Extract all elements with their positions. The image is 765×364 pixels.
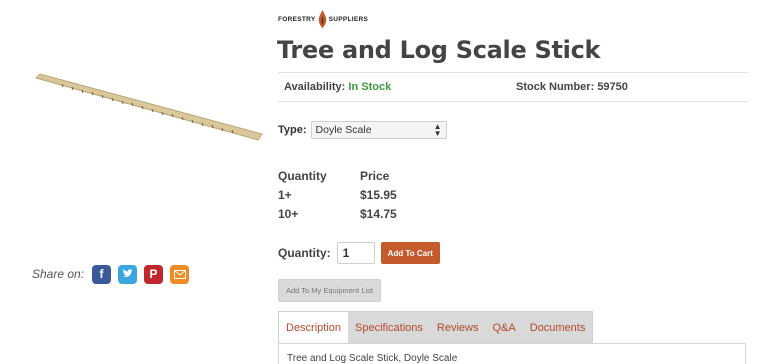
price-row: 1+ $15.95	[278, 185, 397, 204]
type-selector: Type: Doyle Scale ▲ ▼	[278, 121, 447, 139]
stock-number-value: 59750	[597, 81, 628, 93]
price-row: 10+ $14.75	[278, 204, 397, 223]
type-label: Type:	[278, 124, 307, 136]
availability-value: In Stock	[348, 81, 392, 93]
email-icon[interactable]	[170, 264, 190, 284]
price-row-qty: 1+	[278, 187, 292, 202]
pinterest-icon[interactable]: P	[144, 264, 164, 284]
tab-documents[interactable]: Documents	[523, 312, 593, 344]
price-row-qty: 10+	[278, 206, 299, 221]
price-table-header: Quantity Price	[278, 166, 397, 185]
tab-content: Tree and Log Scale Stick, Doyle Scale	[278, 343, 746, 364]
tab-description[interactable]: Description	[279, 312, 349, 344]
quantity-header: Quantity	[278, 168, 327, 183]
logo-text-right: SUPPLIERS	[328, 15, 369, 23]
quantity-label: Quantity:	[278, 246, 331, 260]
tab-reviews[interactable]: Reviews	[430, 312, 486, 344]
share-label: Share on:	[32, 267, 85, 281]
product-image[interactable]	[32, 72, 264, 152]
stock-number: Stock Number: 59750	[516, 81, 628, 93]
availability-label: Availability:	[284, 81, 346, 93]
tab-qa[interactable]: Q&A	[485, 312, 522, 344]
stock-number-label: Stock Number:	[516, 81, 595, 93]
flame-icon	[318, 10, 326, 28]
tab-specifications[interactable]: Specifications	[348, 312, 430, 344]
logo-text-left: FORESTRY	[278, 15, 316, 23]
add-to-equipment-list-button[interactable]: Add To My Equipment List	[278, 279, 381, 302]
price-row-price: $14.75	[360, 206, 397, 221]
product-title: Tree and Log Scale Stick	[277, 36, 601, 64]
select-arrows-icon: ▲ ▼	[433, 122, 442, 138]
add-to-cart-button[interactable]: Add To Cart	[380, 242, 440, 264]
type-select[interactable]: Doyle Scale ▲ ▼	[310, 121, 447, 139]
product-tabs: Description Specifications Reviews Q&A D…	[278, 311, 594, 344]
price-row-price: $15.95	[360, 187, 397, 202]
facebook-icon[interactable]: f	[92, 264, 112, 284]
brand-logo[interactable]: FORESTRY SUPPLIERS	[278, 8, 368, 30]
type-select-value: Doyle Scale	[315, 124, 372, 136]
availability: Availability: In Stock	[284, 81, 391, 93]
price-table: Quantity Price 1+ $15.95 10+ $14.75	[278, 166, 397, 223]
quantity-input[interactable]: 1	[336, 242, 375, 264]
availability-bar: Availability: In Stock Stock Number: 597…	[278, 72, 748, 102]
share-bar: Share on: f P	[32, 262, 196, 286]
price-header: Price	[360, 168, 390, 183]
quantity-row: Quantity: 1 Add To Cart	[278, 242, 440, 264]
twitter-icon[interactable]	[118, 264, 138, 284]
